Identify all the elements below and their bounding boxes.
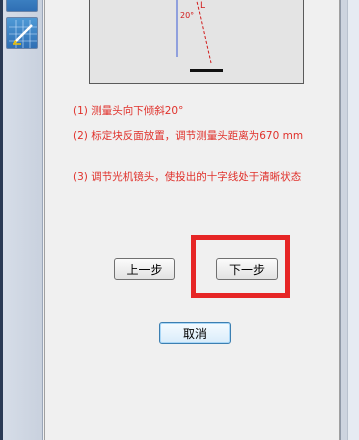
pen-tool-button[interactable]: [6, 17, 38, 49]
instruction-step-3: (3) 调节光机镜头，使投出的十字线处于清晰状态: [73, 171, 302, 183]
highlight-box: [191, 235, 290, 298]
toolbar-button-top[interactable]: [6, 0, 38, 12]
arm-label: L: [200, 1, 205, 11]
left-toolbar: [3, 0, 43, 440]
angle-label: 20°: [180, 11, 194, 20]
setup-illustration: 20° L: [89, 0, 304, 84]
cancel-button[interactable]: 取消: [159, 322, 231, 344]
pen-icon: [9, 20, 37, 48]
instruction-step-1: (1) 测量头向下倾斜20°: [73, 105, 184, 117]
calibration-block: [190, 69, 223, 72]
previous-step-button[interactable]: 上一步: [114, 258, 175, 280]
window-right-edge: [340, 0, 359, 440]
instruction-step-2: (2) 标定块反面放置，调节测量头距离为670 mm: [73, 130, 304, 142]
